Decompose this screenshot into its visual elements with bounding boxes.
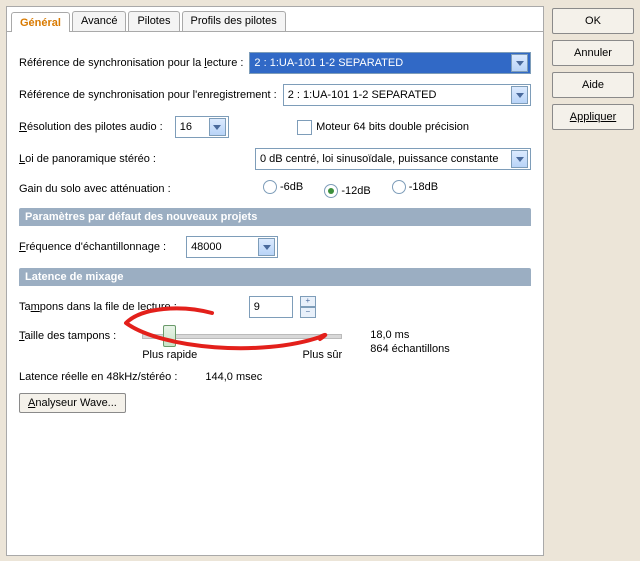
buffer-ms-label: 18,0 ms <box>370 328 450 342</box>
sample-rate-select[interactable]: 48000 <box>186 236 278 258</box>
queue-buffers-label: Tampons dans la file de lecture : <box>19 301 177 313</box>
solo-gain-radio-18db[interactable]: -18dB <box>392 180 438 194</box>
bit-depth-value: 16 <box>180 121 192 133</box>
wave-analyser-button[interactable]: Analyseur Wave... <box>19 393 126 413</box>
engine-64bit-checkbox[interactable]: Moteur 64 bits double précision <box>297 120 469 135</box>
sample-rate-value: 48000 <box>191 241 222 253</box>
solo-gain-group: -6dB -12dB -18dB <box>263 180 531 198</box>
record-sync-label: Référence de synchronisation pour l'enre… <box>19 89 277 101</box>
chevron-down-icon <box>209 118 226 136</box>
section-mix-latency: Latence de mixage <box>19 268 531 286</box>
main-panel: Général Avancé Pilotes Profils des pilot… <box>6 6 544 556</box>
playback-sync-label: Référence de synchronisation pour la lec… <box>19 57 243 69</box>
slider-thumb[interactable] <box>163 325 176 347</box>
help-button[interactable]: Aide <box>552 72 634 98</box>
tab-profiles[interactable]: Profils des pilotes <box>182 11 286 31</box>
side-buttons: OK Annuler Aide Appliquer <box>552 6 634 556</box>
playback-sync-value: 2 : 1:UA-101 1-2 SEPARATED <box>254 57 403 69</box>
apply-button[interactable]: Appliquer <box>552 104 634 130</box>
tab-drivers[interactable]: Pilotes <box>128 11 179 31</box>
solo-gain-label: Gain du solo avec atténuation : <box>19 183 171 195</box>
chevron-down-icon <box>511 54 528 72</box>
pan-law-value: 0 dB centré, loi sinusoïdale, puissance … <box>260 153 498 165</box>
tab-advanced[interactable]: Avancé <box>72 11 127 31</box>
buffer-faster-label: Plus rapide <box>142 349 197 361</box>
buffer-size-label: Taille des tampons : <box>19 330 116 342</box>
chevron-down-icon <box>511 86 528 104</box>
tab-bar: Général Avancé Pilotes Profils des pilot… <box>7 7 543 32</box>
solo-gain-radio-12db[interactable]: -12dB <box>324 184 370 198</box>
spin-down-icon[interactable]: − <box>300 307 316 318</box>
spin-up-icon[interactable]: + <box>300 296 316 307</box>
buffer-samples-label: 864 échantillons <box>370 342 450 356</box>
queue-buffers-input[interactable]: 9 <box>249 296 293 318</box>
cancel-button[interactable]: Annuler <box>552 40 634 66</box>
solo-gain-radio-6db[interactable]: -6dB <box>263 180 303 194</box>
effective-latency-label: Latence réelle en 48kHz/stéréo : <box>19 371 177 383</box>
pan-law-select[interactable]: 0 dB centré, loi sinusoïdale, puissance … <box>255 148 531 170</box>
queue-buffers-spinner[interactable]: +− <box>300 296 316 318</box>
ok-button[interactable]: OK <box>552 8 634 34</box>
buffer-size-slider[interactable] <box>142 334 342 339</box>
record-sync-value: 2 : 1:UA-101 1-2 SEPARATED <box>288 89 437 101</box>
chevron-down-icon <box>511 150 528 168</box>
record-sync-select[interactable]: 2 : 1:UA-101 1-2 SEPARATED <box>283 84 531 106</box>
tab-general[interactable]: Général <box>11 12 70 32</box>
buffer-safer-label: Plus sûr <box>302 349 342 361</box>
sample-rate-label: Fréquence d'échantillonnage : <box>19 241 166 253</box>
bit-depth-label: Résolution des pilotes audio : <box>19 121 163 133</box>
playback-sync-select[interactable]: 2 : 1:UA-101 1-2 SEPARATED <box>249 52 531 74</box>
section-project-defaults: Paramètres par défaut des nouveaux proje… <box>19 208 531 226</box>
engine-64bit-label: Moteur 64 bits double précision <box>316 121 469 133</box>
bit-depth-select[interactable]: 16 <box>175 116 229 138</box>
checkbox-icon <box>297 120 312 135</box>
effective-latency-value: 144,0 msec <box>205 371 262 383</box>
chevron-down-icon <box>258 238 275 256</box>
pan-law-label: Loi de panoramique stéréo : <box>19 153 156 165</box>
